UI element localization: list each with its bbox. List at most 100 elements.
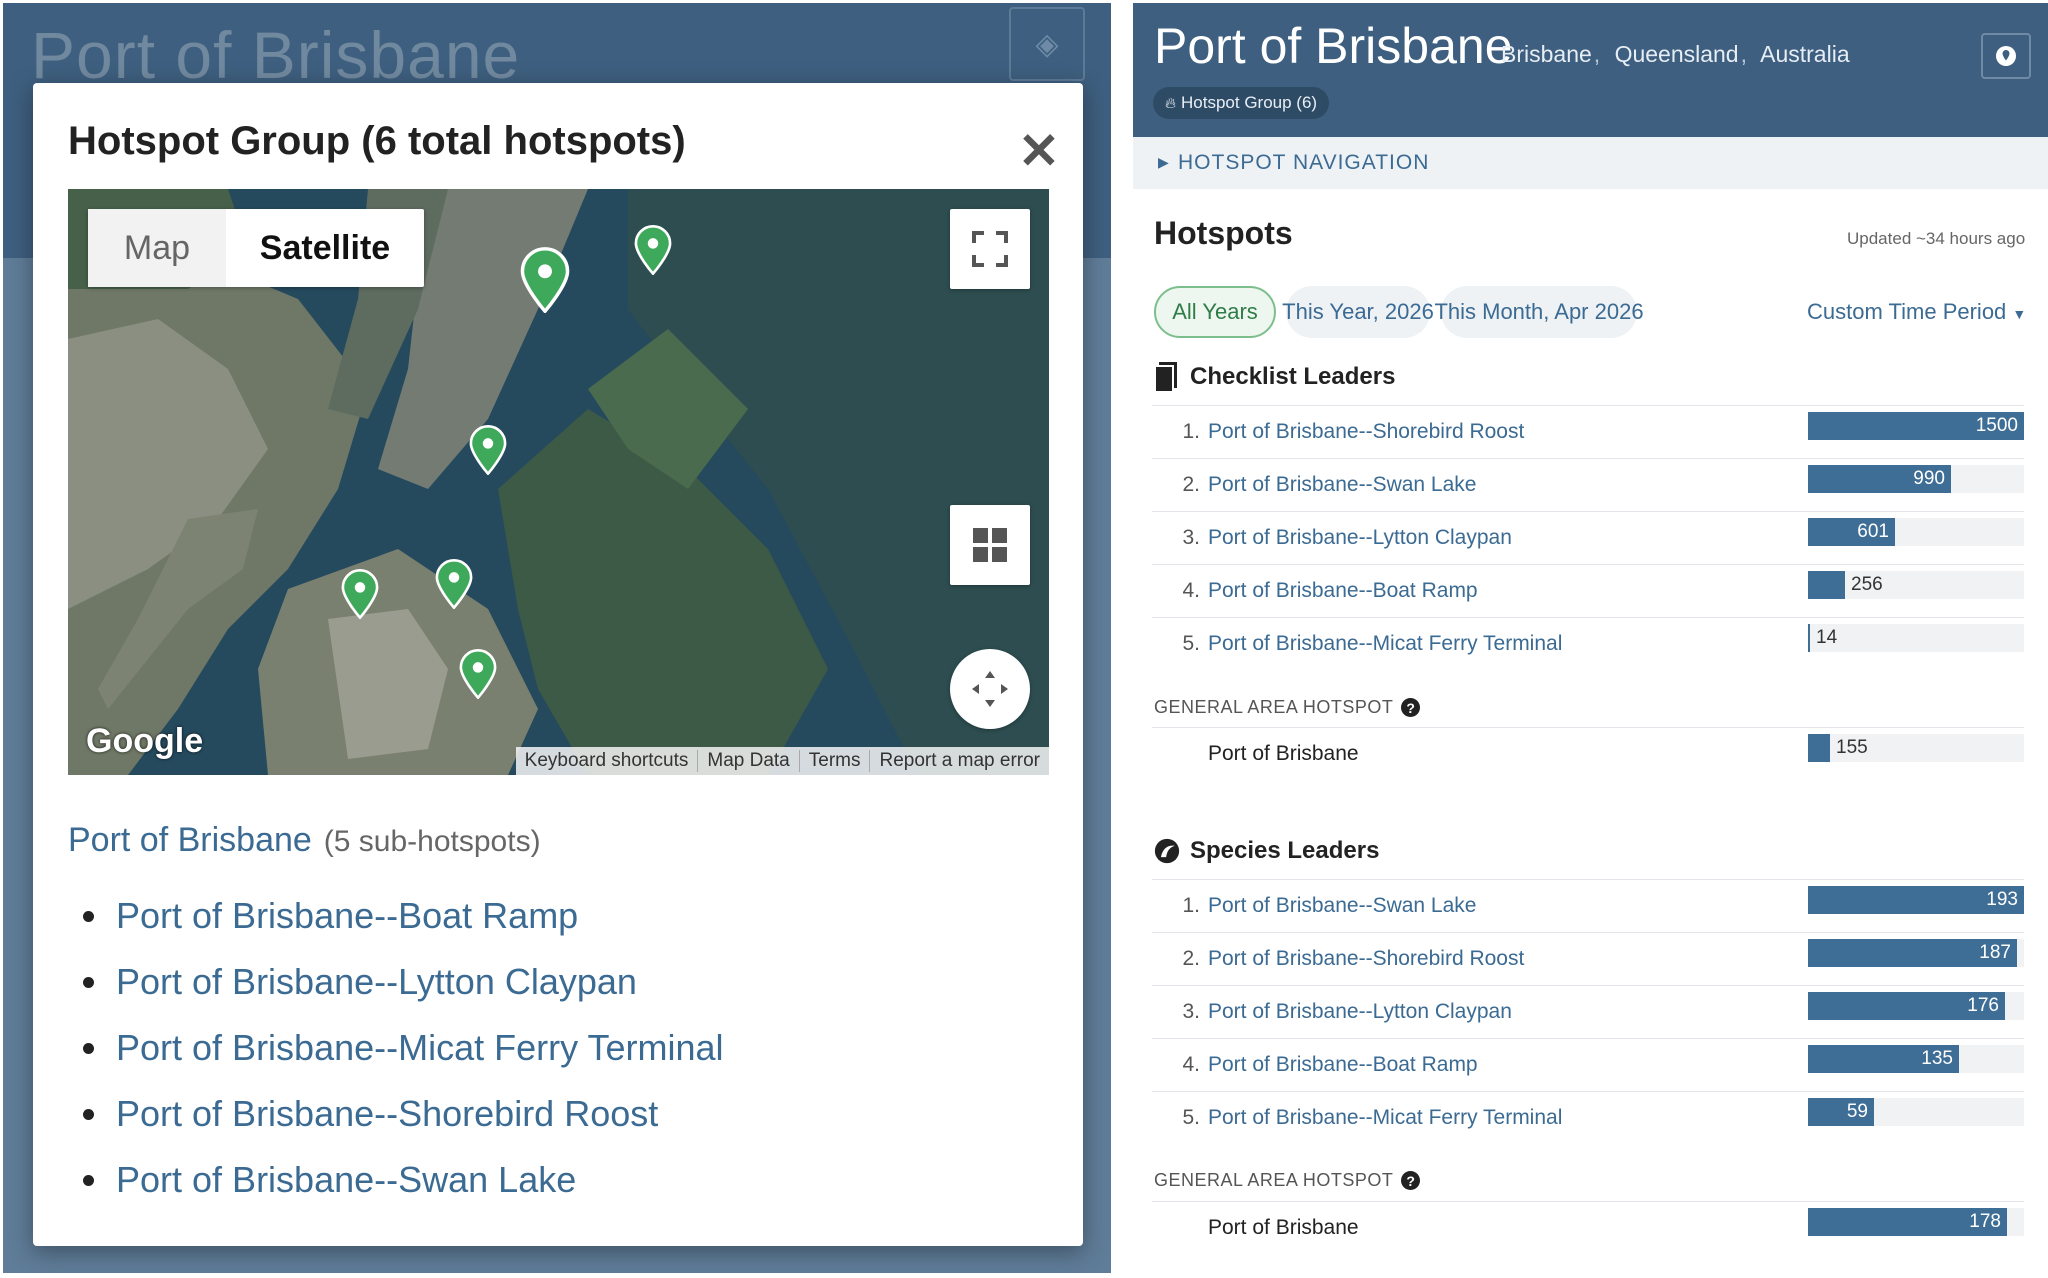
filter-all-years[interactable]: All Years [1154,286,1276,338]
breadcrumb-state[interactable]: Queensland [1615,41,1739,67]
species-leaders-heading: Species Leaders [1154,836,1379,866]
checklist-leaders-heading: Checklist Leaders [1154,362,1395,392]
bar-value-label: 601 [1857,521,1889,542]
location-pin-icon[interactable] [1981,33,2031,79]
filter-this-month[interactable]: This Month, Apr 2026 [1434,286,1644,338]
hotspot-link[interactable]: Port of Brisbane--Shorebird Roost [1208,420,1524,444]
bar-track: 1500 [1808,412,2024,440]
section-title: Species Leaders [1190,837,1380,864]
help-icon[interactable]: ? [1401,1171,1421,1190]
bar-value-label: 155 [1836,737,1868,758]
map-marker-icon[interactable] [340,569,380,619]
keyboard-shortcuts-link[interactable]: Keyboard shortcuts [516,750,698,772]
updated-timestamp: Updated ~34 hours ago [1847,229,2026,248]
bullet-icon [83,1108,94,1120]
bar-track: 59 [1808,1098,2024,1126]
leader-row: 5. Port of Brisbane--Micat Ferry Terminal… [1152,1091,2024,1144]
map-type-map-button[interactable]: Map [88,209,226,287]
chevron-down-icon: ▼ [2012,306,2027,322]
hotspot-link[interactable]: Port of Brisbane--Lytton Claypan [1208,1000,1512,1024]
close-icon[interactable]: ✕ [1018,126,1060,176]
help-icon[interactable]: ? [1401,698,1421,717]
sub-hotspot-link[interactable]: Port of Brisbane--Boat Ramp [116,895,578,937]
group-hotspot-link[interactable]: Port of Brisbane [68,821,312,859]
sub-hotspot-link[interactable]: Port of Brisbane--Micat Ferry Terminal [116,1027,724,1069]
bar-track: 193 [1808,886,2024,914]
leader-row: 2. Port of Brisbane--Swan Lake 990 [1152,458,2024,511]
breadcrumb: Brisbane, Queensland, Australia [1501,41,1850,67]
caret-right-icon: ▶ [1158,154,1169,170]
hotspot-group-panel: Port of Brisbane ◈ Hotspot Group (6 tota… [3,3,1111,1273]
sub-hotspot-link[interactable]: Port of Brisbane--Shorebird Roost [116,1093,658,1135]
rank-number: 4. [1182,579,1200,602]
breadcrumb-city[interactable]: Brisbane [1501,41,1592,67]
hotspots-heading: Hotspots [1154,215,1293,251]
hotspot-link[interactable]: Port of Brisbane--Lytton Claypan [1208,526,1512,550]
hotspot-link[interactable]: Port of Brisbane--Micat Ferry Terminal [1208,632,1562,656]
bar-track: 178 [1808,1208,2024,1236]
terms-link[interactable]: Terms [798,750,870,772]
flame-icon: 🔥︎ [1165,94,1177,112]
value-bar [1808,734,1830,762]
bar-track: 155 [1808,734,2024,762]
map-marker-icon[interactable] [468,425,508,475]
google-logo: Google [86,722,204,760]
bar-track: 601 [1808,518,2024,546]
general-area-heading: GENERAL AREA HOTSPOT? [1154,697,1421,718]
bar-track: 135 [1808,1045,2024,1073]
rank-number: 1. [1182,420,1200,443]
rank-number: 4. [1182,1053,1200,1076]
general-area-label: GENERAL AREA HOTSPOT [1154,1170,1394,1190]
fullscreen-icon[interactable] [950,209,1030,289]
list-item: Port of Brisbane--Swan Lake [83,1147,724,1213]
satellite-map[interactable]: Map Satellite Google Keyboard shortcuts [68,189,1049,775]
hotspot-link[interactable]: Port of Brisbane--Boat Ramp [1208,1053,1478,1077]
general-area-heading: GENERAL AREA HOTSPOT? [1154,1170,1421,1191]
leader-row: 3. Port of Brisbane--Lytton Claypan 176 [1152,985,2024,1038]
hotspot-navigation-bar[interactable]: ▶ HOTSPOT NAVIGATION [1133,137,2048,189]
hotspot-navigation-toggle[interactable]: HOTSPOT NAVIGATION [1178,151,1429,175]
map-type-toggle: Map Satellite [88,209,424,287]
value-bar [1808,624,1810,652]
leader-row: 2. Port of Brisbane--Shorebird Roost 187 [1152,932,2024,985]
bar-value-label: 135 [1921,1048,1953,1069]
map-marker-icon[interactable] [434,559,474,609]
value-bar [1808,571,1845,599]
bar-track: 990 [1808,465,2024,493]
map-data-link[interactable]: Map Data [697,750,798,772]
hotspot-link[interactable]: Port of Brisbane--Swan Lake [1208,473,1476,497]
bar-value-label: 990 [1913,468,1945,489]
list-item: Port of Brisbane--Boat Ramp [83,883,724,949]
sub-hotspot-link[interactable]: Port of Brisbane--Swan Lake [116,1159,576,1201]
general-area-label: GENERAL AREA HOTSPOT [1154,697,1394,717]
map-marker-icon[interactable] [519,247,571,313]
bar-track: 187 [1808,939,2024,967]
pan-icon[interactable] [950,649,1030,729]
hotspot-link[interactable]: Port of Brisbane--Shorebird Roost [1208,947,1524,971]
hotspot-group-modal: Hotspot Group (6 total hotspots) ✕ Map S… [33,83,1083,1246]
leader-row: 3. Port of Brisbane--Lytton Claypan 601 [1152,511,2024,564]
layers-icon[interactable] [950,505,1030,585]
page-title: Port of Brisbane [1154,18,1513,74]
map-type-satellite-button[interactable]: Satellite [226,209,424,287]
rank-number: 3. [1182,1000,1200,1023]
bullet-icon [83,976,94,988]
map-marker-icon[interactable] [458,649,498,699]
hotspot-link[interactable]: Port of Brisbane--Micat Ferry Terminal [1208,1106,1562,1130]
map-marker-icon[interactable] [633,225,673,275]
filter-this-year[interactable]: This Year, 2026 [1282,286,1434,338]
sub-hotspot-link[interactable]: Port of Brisbane--Lytton Claypan [116,961,637,1003]
bullet-icon [83,910,94,922]
custom-time-period-dropdown[interactable]: Custom Time Period ▼ [1807,299,2026,325]
bar-value-label: 14 [1816,627,1838,648]
breadcrumb-country[interactable]: Australia [1760,41,1849,67]
list-item: Port of Brisbane--Lytton Claypan [83,949,724,1015]
hotspot-link[interactable]: Port of Brisbane--Swan Lake [1208,894,1476,918]
hotspot-link[interactable]: Port of Brisbane--Boat Ramp [1208,579,1478,603]
hotspot-page-panel: Port of Brisbane Brisbane, Queensland, A… [1133,3,2048,1273]
modal-title: Hotspot Group (6 total hotspots) [68,119,686,163]
report-map-error-link[interactable]: Report a map error [869,750,1049,772]
hotspot-group-badge[interactable]: 🔥︎ Hotspot Group (6) [1153,87,1330,119]
background-location-icon: ◈ [1009,7,1085,81]
leader-row: 5. Port of Brisbane--Micat Ferry Terminal… [1152,617,2024,670]
